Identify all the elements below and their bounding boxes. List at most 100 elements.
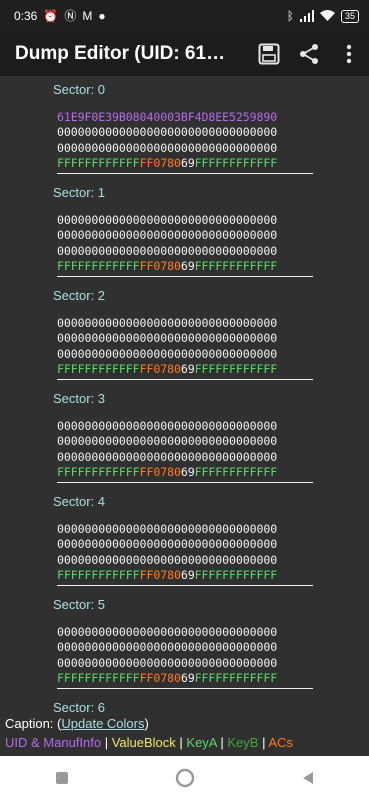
back-button[interactable] <box>278 756 338 800</box>
sector-title: Sector: 0 <box>53 82 106 97</box>
data-block[interactable]: 00000000000000000000000000000000 <box>57 244 277 258</box>
home-icon <box>175 768 194 788</box>
share-icon <box>300 44 318 64</box>
divider <box>57 173 313 174</box>
gpb[interactable]: 69 <box>181 465 195 479</box>
home-button[interactable] <box>155 756 215 800</box>
status-time: 0:36 <box>14 9 38 23</box>
sector-title: Sector: 4 <box>53 494 106 509</box>
sector-title: Sector: 2 <box>53 288 106 303</box>
data-block[interactable]: 00000000000000000000000000000000 <box>57 331 277 345</box>
data-block[interactable]: 00000000000000000000000000000000 <box>57 537 277 551</box>
data-block[interactable]: 00000000000000000000000000000000 <box>57 316 277 330</box>
legend-uid: UID & ManufInfo <box>5 735 102 750</box>
gpb[interactable]: 69 <box>181 568 195 582</box>
data-block[interactable]: 00000000000000000000000000000000 <box>57 434 277 448</box>
sector-title: Sector: 5 <box>53 597 106 612</box>
access-conditions[interactable]: FF0780 <box>140 465 181 479</box>
key-a[interactable]: FFFFFFFFFFFF <box>57 156 140 170</box>
gpb[interactable]: 69 <box>181 671 195 685</box>
data-block[interactable]: 00000000000000000000000000000000 <box>57 419 277 433</box>
app-bar: Dump Editor (UID: 61E9F0E39B080400...) <box>0 32 369 76</box>
key-b[interactable]: FFFFFFFFFFFF <box>195 259 278 273</box>
legend-separator: | <box>101 735 112 750</box>
save-button[interactable] <box>249 32 289 76</box>
legend-separator: | <box>258 735 269 750</box>
overflow-menu-button[interactable] <box>329 32 369 76</box>
key-b[interactable]: FFFFFFFFFFFF <box>195 465 278 479</box>
color-legend: UID & ManufInfo | ValueBlock | KeyA | Ke… <box>5 735 293 750</box>
data-block[interactable]: 00000000000000000000000000000000 <box>57 213 277 227</box>
status-bar: 0:36 ⏰ Ⓝ M ● ᛒ 35 <box>0 0 369 32</box>
nfc-icon: Ⓝ <box>64 9 77 23</box>
battery-icon: 35 <box>340 9 359 23</box>
sector-blocks[interactable]: 00000000000000000000000000000000 0000000… <box>57 316 277 378</box>
key-a[interactable]: FFFFFFFFFFFF <box>57 465 140 479</box>
legend-valueblock: ValueBlock <box>111 735 176 750</box>
sector-title: Sector: 1 <box>53 185 106 200</box>
sector-title: Sector: 6 <box>53 700 106 714</box>
legend-keyb: KeyB <box>227 735 259 750</box>
key-b[interactable]: FFFFFFFFFFFF <box>195 362 278 376</box>
legend-separator: | <box>175 735 187 750</box>
data-block[interactable]: 00000000000000000000000000000000 <box>57 347 277 361</box>
legend-acs: ACs <box>268 735 293 750</box>
legend-separator: | <box>216 735 228 750</box>
access-conditions[interactable]: FF0780 <box>140 156 181 170</box>
update-colors-link[interactable]: Update Colors <box>61 716 144 731</box>
sector-blocks[interactable]: 00000000000000000000000000000000 0000000… <box>57 213 277 275</box>
sector-title: Sector: 3 <box>53 391 106 406</box>
uid-block[interactable]: 61E9F0E39B08040003BF4D8EE5259890 <box>57 110 277 124</box>
data-block[interactable]: 00000000000000000000000000000000 <box>57 450 277 464</box>
gpb[interactable]: 69 <box>181 156 195 170</box>
data-block[interactable]: 00000000000000000000000000000000 <box>57 522 277 536</box>
access-conditions[interactable]: FF0780 <box>140 671 181 685</box>
divider <box>57 276 313 277</box>
location-icon: ● <box>98 9 106 23</box>
caption: Caption: (Update Colors) <box>5 716 365 731</box>
key-b[interactable]: FFFFFFFFFFFF <box>195 156 278 170</box>
gmail-icon: M <box>82 9 93 23</box>
divider <box>57 688 313 689</box>
signal-icon <box>299 10 314 22</box>
divider <box>57 482 313 483</box>
overflow-menu-icon <box>346 44 352 64</box>
caption-suffix: ) <box>144 716 149 731</box>
save-icon <box>258 43 280 65</box>
sector-blocks[interactable]: 00000000000000000000000000000000 0000000… <box>57 419 277 481</box>
sector-blocks[interactable]: 00000000000000000000000000000000 0000000… <box>57 522 277 584</box>
data-block[interactable]: 00000000000000000000000000000000 <box>57 125 277 139</box>
dump-list[interactable]: Sector: 0 61E9F0E39B08040003BF4D8EE52598… <box>0 76 369 714</box>
recents-icon <box>55 772 68 784</box>
access-conditions[interactable]: FF0780 <box>140 568 181 582</box>
data-block[interactable]: 00000000000000000000000000000000 <box>57 640 277 654</box>
data-block[interactable]: 00000000000000000000000000000000 <box>57 228 277 242</box>
bluetooth-icon: ᛒ <box>286 9 294 23</box>
data-block[interactable]: 00000000000000000000000000000000 <box>57 141 277 155</box>
data-block[interactable]: 00000000000000000000000000000000 <box>57 656 277 670</box>
divider <box>57 379 313 380</box>
alarm-icon: ⏰ <box>43 9 59 23</box>
key-a[interactable]: FFFFFFFFFFFF <box>57 568 140 582</box>
access-conditions[interactable]: FF0780 <box>140 362 181 376</box>
divider <box>57 585 313 586</box>
key-b[interactable]: FFFFFFFFFFFF <box>195 671 278 685</box>
access-conditions[interactable]: FF0780 <box>140 259 181 273</box>
key-b[interactable]: FFFFFFFFFFFF <box>195 568 278 582</box>
back-icon <box>302 772 313 784</box>
sector-blocks[interactable]: 00000000000000000000000000000000 0000000… <box>57 625 277 687</box>
sector-blocks[interactable]: 61E9F0E39B08040003BF4D8EE5259890 0000000… <box>57 110 277 172</box>
page-title: Dump Editor (UID: 61E9F0E39B080400...) <box>15 43 235 64</box>
gpb[interactable]: 69 <box>181 362 195 376</box>
key-a[interactable]: FFFFFFFFFFFF <box>57 259 140 273</box>
caption-prefix: Caption: ( <box>5 716 62 731</box>
recents-button[interactable] <box>32 756 92 800</box>
wifi-icon <box>319 10 335 21</box>
data-block[interactable]: 00000000000000000000000000000000 <box>57 625 277 639</box>
key-a[interactable]: FFFFFFFFFFFF <box>57 671 140 685</box>
system-nav-bar <box>0 756 369 800</box>
key-a[interactable]: FFFFFFFFFFFF <box>57 362 140 376</box>
data-block[interactable]: 00000000000000000000000000000000 <box>57 553 277 567</box>
gpb[interactable]: 69 <box>181 259 195 273</box>
share-button[interactable] <box>289 32 329 76</box>
